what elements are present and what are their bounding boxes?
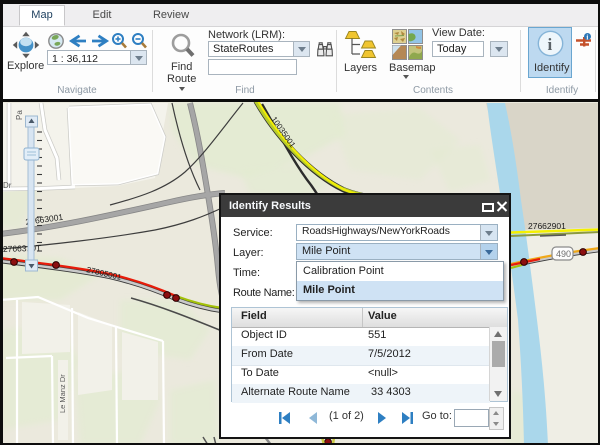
svg-text:490: 490: [556, 249, 571, 259]
svg-text:i: i: [548, 35, 553, 54]
svg-text:Dr: Dr: [3, 181, 12, 190]
svg-text:27662901: 27662901: [528, 221, 566, 231]
svg-text:i: i: [586, 33, 588, 41]
svg-text:2766310T: 2766310T: [3, 243, 42, 254]
svg-text:Le Manz Dr: Le Manz Dr: [58, 374, 67, 413]
svg-text:Pa: Pa: [15, 110, 24, 120]
